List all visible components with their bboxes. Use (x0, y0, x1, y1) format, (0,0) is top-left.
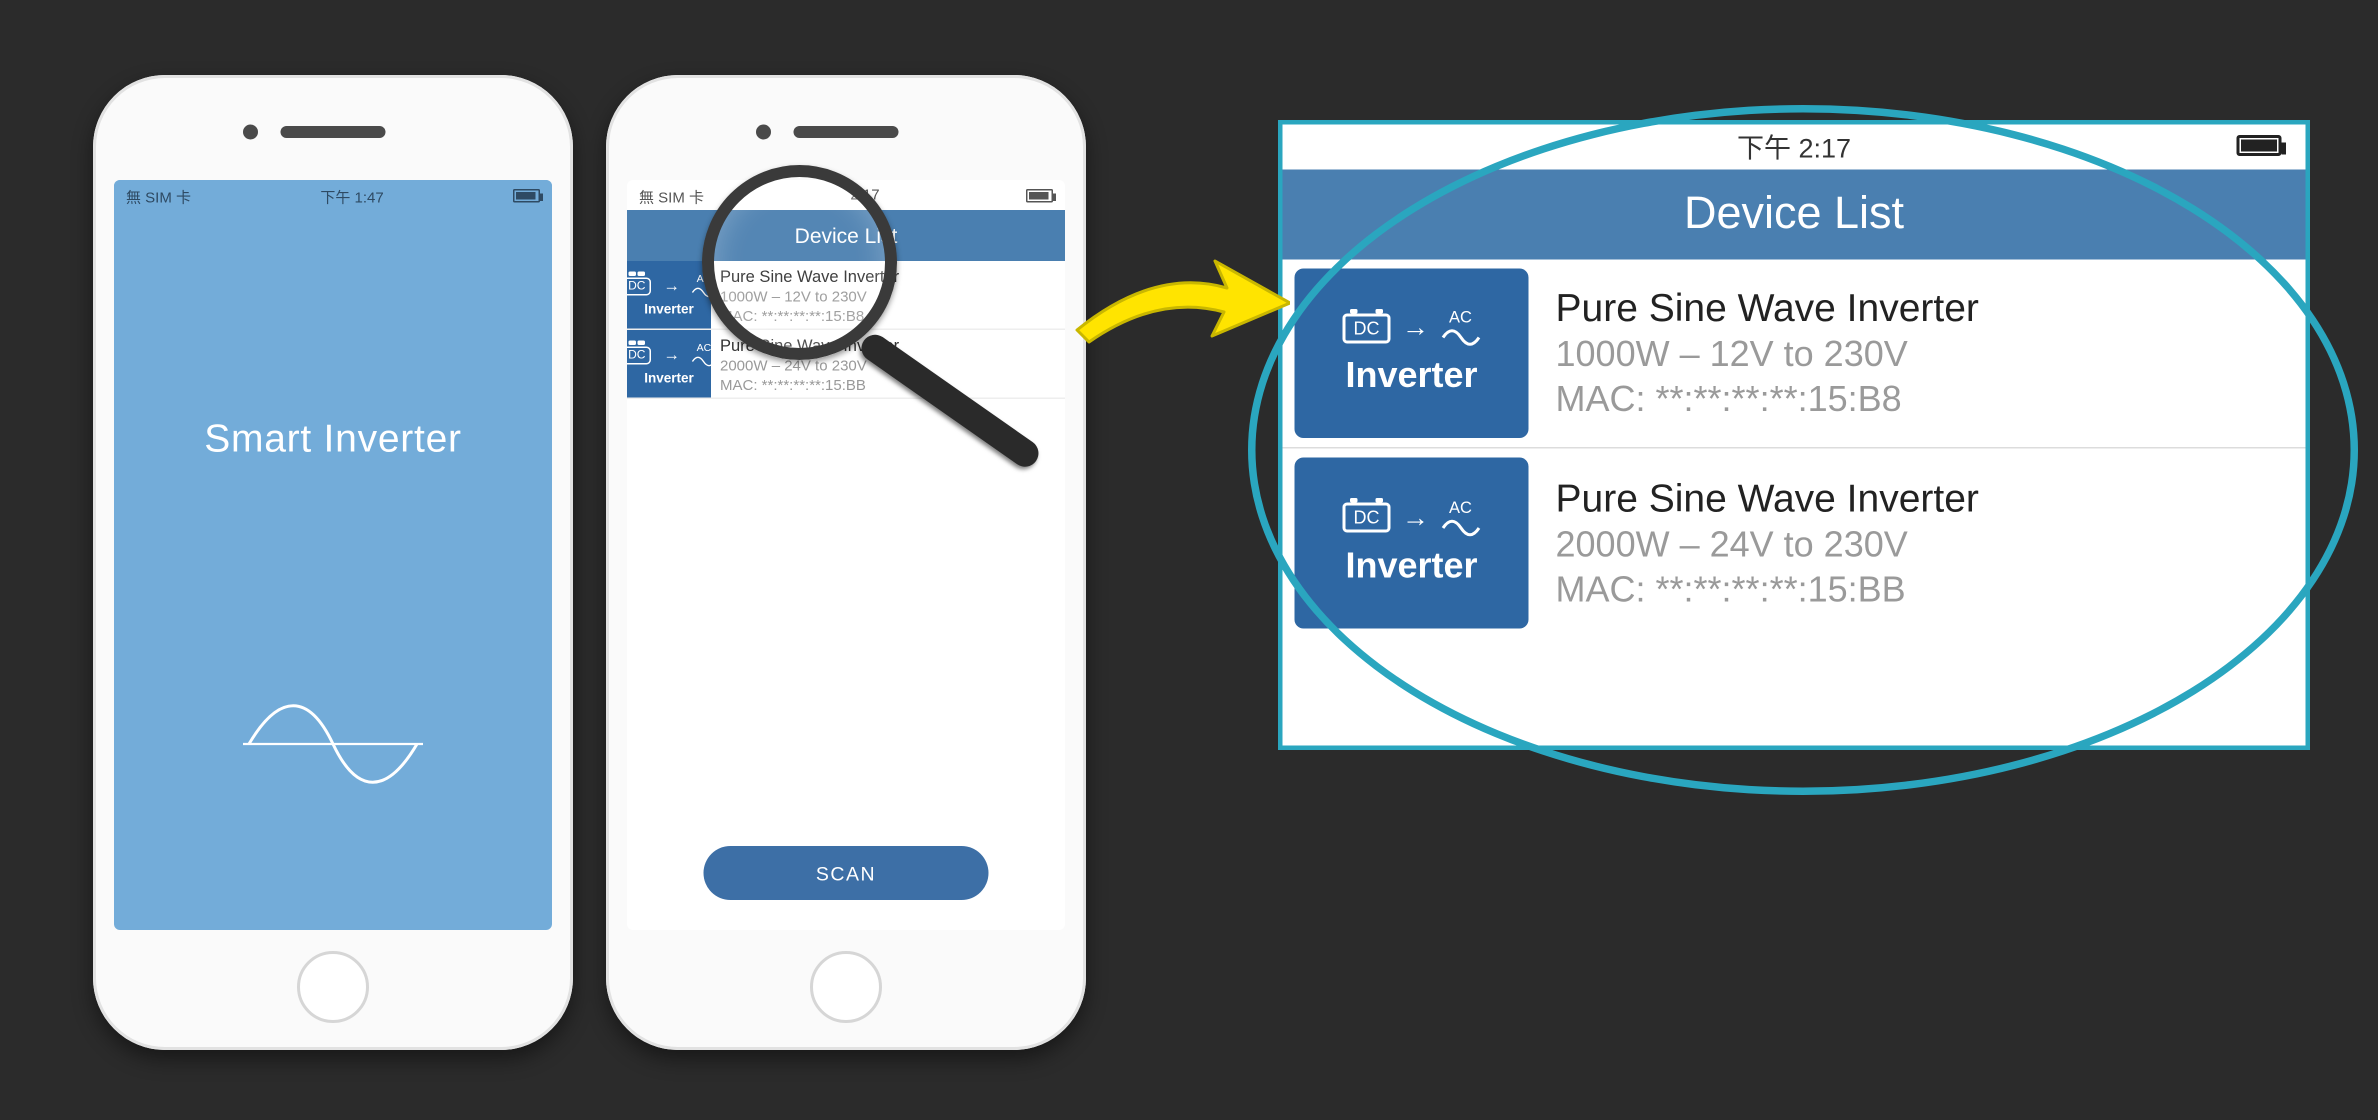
inverter-icon-label: Inverter (1345, 356, 1477, 398)
nav-title: Device List (1684, 189, 1904, 240)
home-button[interactable] (810, 951, 882, 1023)
arrow-right-icon: → (1402, 312, 1429, 344)
battery-icon (2237, 135, 2282, 156)
device-name: Pure Sine Wave Inverter (1556, 475, 2279, 522)
dc-badge: DC (1343, 503, 1390, 533)
magnifier-icon (702, 165, 897, 360)
inverter-icon: DC → AC Inverter (1295, 269, 1529, 439)
clock-label: 下午 1:47 (320, 184, 383, 207)
carrier-label: 無 SIM 卡 (126, 184, 191, 207)
scan-button-label: SCAN (816, 862, 876, 885)
inverter-icon: DC → AC Inverter (1295, 458, 1529, 629)
home-button[interactable] (297, 951, 369, 1023)
ac-badge: AC (1449, 309, 1472, 327)
device-list-callout: 下午 2:17 Device List DC → AC Inverter (1278, 120, 2310, 750)
device-spec: 1000W – 12V to 230V (1556, 335, 2279, 377)
dc-badge: DC (627, 346, 651, 364)
clock-label: 下午 2:17 (1737, 128, 1851, 167)
inverter-icon-label: Inverter (644, 301, 694, 316)
callout-arrow-icon (1065, 255, 1290, 360)
splash-screen: 無 SIM 卡 下午 1:47 Smart Inverter (114, 180, 552, 930)
inverter-icon: DC → AC Inverter (627, 330, 711, 398)
device-mac: MAC: **:**:**:**:15:B8 (1556, 380, 2279, 422)
device-mac: MAC: **:**:**:**:15:BB (1556, 569, 2279, 611)
app-title: Smart Inverter (204, 415, 462, 462)
battery-icon (513, 188, 540, 202)
nav-bar: Device List (1283, 170, 2306, 260)
status-bar: 無 SIM 卡 下午 1:47 (114, 180, 552, 210)
device-list: DC → AC Inverter Pure Sine Wave Inverter… (1283, 260, 2306, 638)
sine-wave-icon (1441, 329, 1480, 347)
ac-badge: AC (1449, 499, 1472, 517)
scan-button[interactable]: SCAN (704, 846, 989, 900)
device-spec: 2000W – 24V to 230V (1556, 524, 2279, 566)
inverter-icon-label: Inverter (1345, 545, 1477, 587)
phone-splash: 無 SIM 卡 下午 1:47 Smart Inverter (93, 75, 573, 1050)
carrier-label: 無 SIM 卡 (639, 184, 704, 207)
device-row[interactable]: DC → AC Inverter Pure Sine Wave Inverter… (1283, 260, 2306, 449)
status-bar: 下午 2:17 (1283, 125, 2306, 170)
arrow-right-icon: → (663, 277, 680, 295)
dc-badge: DC (1343, 313, 1390, 343)
arrow-right-icon: → (663, 346, 680, 364)
arrow-right-icon: → (1402, 502, 1429, 534)
dc-badge: DC (627, 277, 651, 295)
sine-wave-icon (243, 701, 423, 785)
sine-wave-icon (1441, 518, 1480, 536)
inverter-icon-label: Inverter (644, 370, 694, 385)
device-mac: MAC: **:**:**:**:15:BB (720, 377, 1056, 397)
device-name: Pure Sine Wave Inverter (1556, 285, 2279, 332)
device-row[interactable]: DC → AC Inverter Pure Sine Wave Inverter… (1283, 449, 2306, 638)
battery-icon (1026, 188, 1053, 202)
inverter-icon: DC → AC Inverter (627, 261, 711, 329)
